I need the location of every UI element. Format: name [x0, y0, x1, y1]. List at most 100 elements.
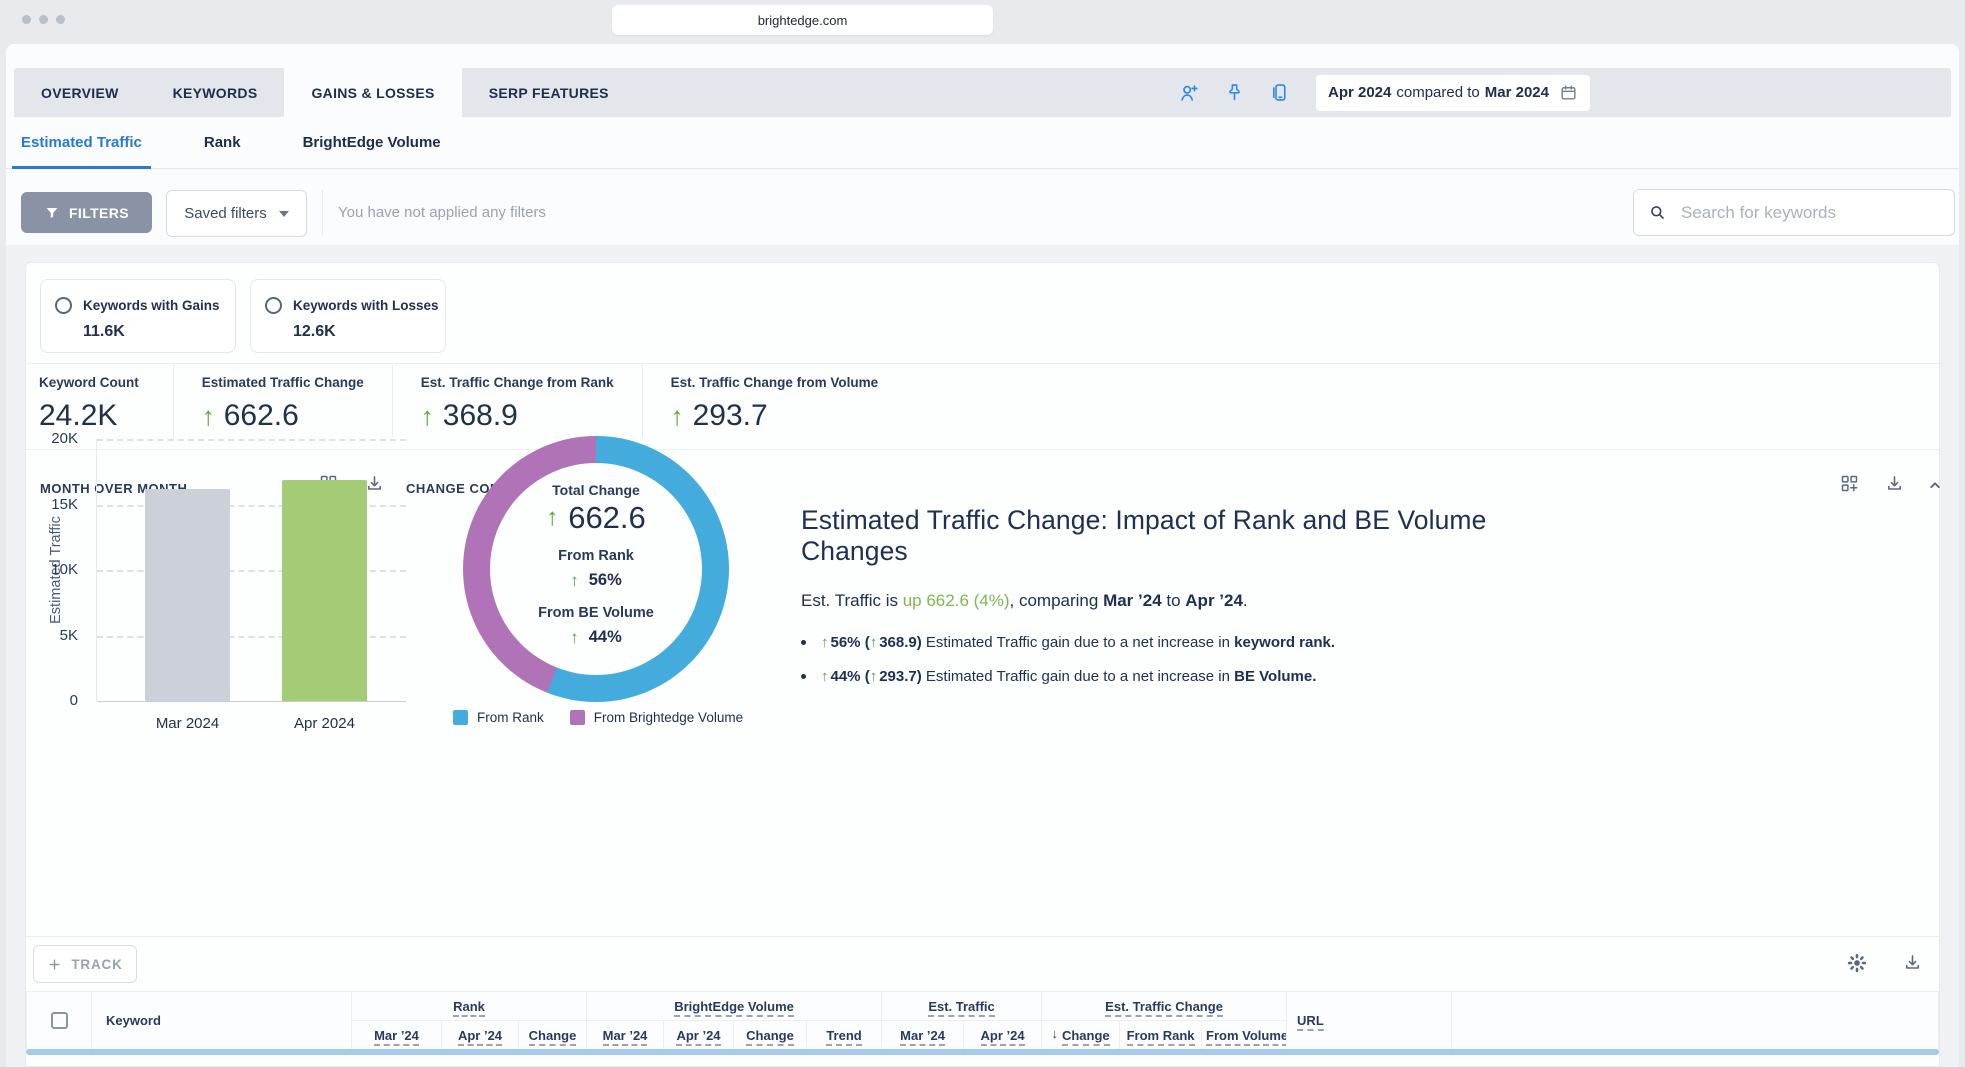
table-filler — [1452, 992, 1939, 1050]
insight-bullet-volume: ↑44% (↑293.7) Estimated Traffic gain due… — [801, 668, 1576, 685]
date-range-selector[interactable]: Apr 2024compared toMar 2024 — [1316, 75, 1590, 111]
up-arrow-icon: ↑ — [821, 668, 829, 685]
x-axis-label: Mar 2024 — [145, 715, 230, 732]
up-arrow-icon: ↑ — [870, 668, 878, 685]
donut-legend: From Rank From Brightedge Volume — [453, 710, 743, 725]
col-est-traffic-apr[interactable]: Apr ’24 — [964, 1021, 1042, 1050]
download-icon[interactable] — [1902, 952, 1923, 973]
gridline — [97, 439, 406, 441]
bar-chart-plot: Mar 2024Apr 2024 — [96, 439, 382, 701]
col-etc-from-rank[interactable]: From Rank — [1120, 1021, 1202, 1050]
stat-estimated-traffic-change: Estimated Traffic Change ↑662.6 — [173, 365, 392, 437]
stat-change-from-volume: Est. Traffic Change from Volume ↑293.7 — [642, 365, 907, 437]
col-rank-mar[interactable]: Mar ’24 — [352, 1021, 442, 1050]
donut-rank-label: From Rank — [463, 548, 729, 564]
donut-volume-value: ↑ 44% — [463, 628, 729, 647]
calendar-icon — [1559, 83, 1578, 102]
legend-swatch — [453, 710, 468, 725]
up-arrow-icon: ↑ — [546, 506, 558, 530]
col-rank-change[interactable]: Change — [519, 1021, 587, 1050]
saved-filters-dropdown[interactable]: Saved filters — [166, 190, 307, 237]
keyword-search — [1633, 189, 1955, 236]
app: OVERVIEW KEYWORDS GAINS & LOSSES SERP FE… — [6, 44, 1959, 1067]
browser-chrome: brightedge.com — [0, 0, 1965, 44]
col-bev-change[interactable]: Change — [734, 1021, 807, 1050]
divider — [26, 363, 1939, 364]
tab-serp-features[interactable]: SERP FEATURES — [462, 68, 636, 117]
radio-losses[interactable] — [265, 297, 282, 314]
bar-chart-yticks: 05K10K15K20K — [26, 439, 88, 701]
track-button[interactable]: TRACK — [33, 945, 137, 983]
insight-title: Estimated Traffic Change: Impact of Rank… — [801, 505, 1576, 567]
main-nav: OVERVIEW KEYWORDS GAINS & LOSSES SERP FE… — [14, 68, 1951, 117]
tab-keywords[interactable]: KEYWORDS — [146, 68, 285, 117]
col-bev-mar[interactable]: Mar ’24 — [587, 1021, 664, 1050]
col-est-traffic-mar[interactable]: Mar ’24 — [882, 1021, 964, 1050]
stats-row: Keyword Count 24.2K Estimated Traffic Ch… — [39, 365, 906, 437]
col-rank-apr[interactable]: Apr ’24 — [442, 1021, 519, 1050]
col-etc-change[interactable]: ↓Change — [1042, 1021, 1120, 1050]
col-etc-from-volume[interactable]: From Volume — [1202, 1021, 1287, 1050]
stat-keyword-count: Keyword Count 24.2K — [39, 365, 173, 437]
collapse-chevron-up-icon[interactable] — [1925, 475, 1945, 495]
bar-mar-2024[interactable] — [145, 489, 230, 701]
y-axis-tick: 20K — [26, 430, 78, 447]
legend-item[interactable]: From Brightedge Volume — [570, 710, 743, 725]
col-bev-apr[interactable]: Apr ’24 — [664, 1021, 734, 1050]
filters-button[interactable]: FILTERS — [21, 192, 152, 233]
bullet-dot — [801, 640, 806, 645]
mobile-icon[interactable] — [1269, 82, 1290, 103]
share-user-icon[interactable] — [1178, 82, 1200, 104]
download-icon[interactable] — [1884, 473, 1905, 494]
col-keyword: Keyword — [92, 992, 352, 1050]
green-highlight: up 662.6 (4%) — [903, 591, 1010, 610]
insight-panel: Estimated Traffic Change: Impact of Rank… — [801, 505, 1576, 702]
subtab-rank[interactable]: Rank — [195, 117, 250, 168]
table-settings-gear-icon[interactable] — [1846, 952, 1868, 974]
insight-lead: Est. Traffic is up 662.6 (4%), comparing… — [801, 591, 1576, 611]
select-all-cell — [27, 992, 92, 1050]
legend-label: From Brightedge Volume — [594, 710, 743, 725]
up-arrow-icon: ↑ — [870, 634, 878, 651]
up-arrow-icon: ↑ — [821, 634, 829, 651]
main-panel: Keywords with Gains 11.6K Keywords with … — [25, 262, 1940, 1067]
pin-icon[interactable] — [1224, 82, 1245, 103]
select-all-checkbox[interactable] — [51, 1012, 68, 1029]
y-axis-tick: 5K — [26, 627, 78, 644]
donut-volume-label: From BE Volume — [463, 605, 729, 621]
change-contribution-donut[interactable]: Total Change ↑ 662.6 From Rank ↑ 56% Fro… — [463, 436, 729, 702]
bar-apr-2024[interactable] — [282, 480, 367, 701]
add-to-dashboard-icon[interactable] — [1839, 473, 1860, 494]
filter-status-text: You have not applied any filters — [338, 190, 546, 235]
url-text: brightedge.com — [758, 13, 848, 28]
radio-gains[interactable] — [55, 297, 72, 314]
tab-overview[interactable]: OVERVIEW — [14, 68, 146, 117]
chevron-down-icon — [279, 211, 289, 217]
col-url[interactable]: URL — [1287, 992, 1452, 1050]
y-axis-tick: 0 — [26, 692, 78, 709]
sub-nav: Estimated Traffic Rank BrightEdge Volume — [6, 117, 1959, 169]
stat-change-from-rank: Est. Traffic Change from Rank ↑368.9 — [392, 365, 642, 437]
x-axis-label: Apr 2024 — [282, 715, 367, 732]
window-controls[interactable] — [22, 15, 65, 24]
legend-label: From Rank — [477, 710, 544, 725]
plus-icon — [47, 957, 62, 972]
tab-gains-losses[interactable]: GAINS & LOSSES — [284, 68, 461, 117]
card-keywords-with-gains[interactable]: Keywords with Gains 11.6K — [40, 279, 236, 353]
group-est-traffic-change[interactable]: Est. Traffic Change — [1042, 992, 1287, 1021]
legend-item[interactable]: From Rank — [453, 710, 544, 725]
col-bev-trend[interactable]: Trend — [807, 1021, 882, 1050]
insight-bullet-rank: ↑56% (↑368.9) Estimated Traffic gain due… — [801, 634, 1576, 651]
group-est-traffic[interactable]: Est. Traffic — [882, 992, 1042, 1021]
donut-rank-value: ↑ 56% — [463, 571, 729, 590]
y-axis-tick: 10K — [26, 561, 78, 578]
group-brightedge-volume[interactable]: BrightEdge Volume — [587, 992, 882, 1021]
horizontal-scrollbar[interactable] — [26, 1049, 1939, 1055]
subtab-brightedge-volume[interactable]: BrightEdge Volume — [294, 117, 450, 168]
card-keywords-with-losses[interactable]: Keywords with Losses 12.6K — [250, 279, 446, 353]
subtab-estimated-traffic[interactable]: Estimated Traffic — [12, 117, 151, 168]
address-bar[interactable]: brightedge.com — [612, 5, 993, 35]
up-arrow-icon: ↑ — [202, 403, 215, 429]
group-rank[interactable]: Rank — [352, 992, 587, 1021]
search-input[interactable] — [1679, 202, 1940, 224]
